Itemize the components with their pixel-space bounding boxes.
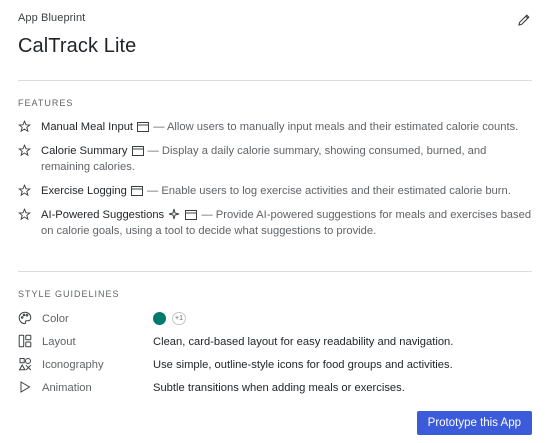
star-icon — [18, 184, 31, 197]
style-name: Layout — [42, 336, 76, 348]
feature-item-manual-meal-input: Manual Meal Input — Allow users to manua… — [18, 119, 532, 135]
style-guidelines-section-label: STYLE GUIDELINES — [18, 289, 120, 299]
star-icon — [18, 144, 31, 157]
features-section-label: FEATURES — [18, 98, 74, 108]
style-row-layout: Layout Clean, card-based layout for easy… — [18, 334, 532, 357]
shapes-icon — [18, 358, 32, 371]
feature-name: Calorie Summary — [41, 145, 128, 157]
style-value: Subtle transitions when adding meals or … — [153, 382, 405, 394]
page-title: CalTrack Lite — [18, 35, 137, 57]
palette-icon — [18, 311, 32, 325]
style-name: Iconography — [42, 359, 104, 371]
pencil-icon — [518, 14, 530, 26]
feature-name: AI-Powered Suggestions — [41, 209, 165, 221]
divider — [18, 80, 532, 81]
header: App Blueprint CalTrack Lite — [18, 12, 532, 58]
window-icon — [131, 146, 144, 156]
divider — [18, 271, 532, 272]
feature-item-exercise-logging: Exercise Logging — Enable users to log e… — [18, 183, 532, 199]
style-name: Color — [42, 313, 69, 325]
window-icon — [137, 122, 150, 132]
color-swatch[interactable] — [153, 312, 166, 325]
style-name: Animation — [42, 382, 92, 394]
feature-item-calorie-summary: Calorie Summary — Display a daily calori… — [18, 143, 532, 175]
window-icon — [185, 210, 198, 220]
star-icon — [18, 208, 31, 221]
feature-description: — Enable users to log exercise activitie… — [143, 185, 511, 197]
eyebrow-label: App Blueprint — [18, 12, 86, 24]
more-colors-badge[interactable]: +1 — [172, 312, 186, 325]
star-icon — [18, 120, 31, 133]
style-row-color: Color +1 — [18, 311, 532, 334]
prototype-app-button[interactable]: Prototype this App — [416, 411, 532, 435]
feature-name: Manual Meal Input — [41, 121, 134, 133]
feature-item-ai-powered-suggestions: AI-Powered Suggestions — Provide AI-powe… — [18, 207, 532, 239]
edit-button[interactable] — [516, 12, 532, 28]
style-value: Clean, card-based layout for easy readab… — [153, 336, 454, 348]
style-guidelines-list: Color +1 Layout Clean, card-based layout… — [18, 311, 532, 403]
style-value: Use simple, outline-style icons for food… — [153, 359, 453, 371]
style-row-iconography: Iconography Use simple, outline-style ic… — [18, 357, 532, 380]
play-icon — [20, 381, 31, 393]
layout-icon — [18, 334, 32, 348]
style-row-animation: Animation Subtle transitions when adding… — [18, 380, 532, 403]
window-icon — [130, 186, 143, 196]
features-list: Manual Meal Input — Allow users to manua… — [18, 119, 532, 247]
feature-description: — Allow users to manually input meals an… — [150, 121, 519, 133]
feature-name: Exercise Logging — [41, 185, 127, 197]
sparkle-icon — [169, 208, 180, 220]
